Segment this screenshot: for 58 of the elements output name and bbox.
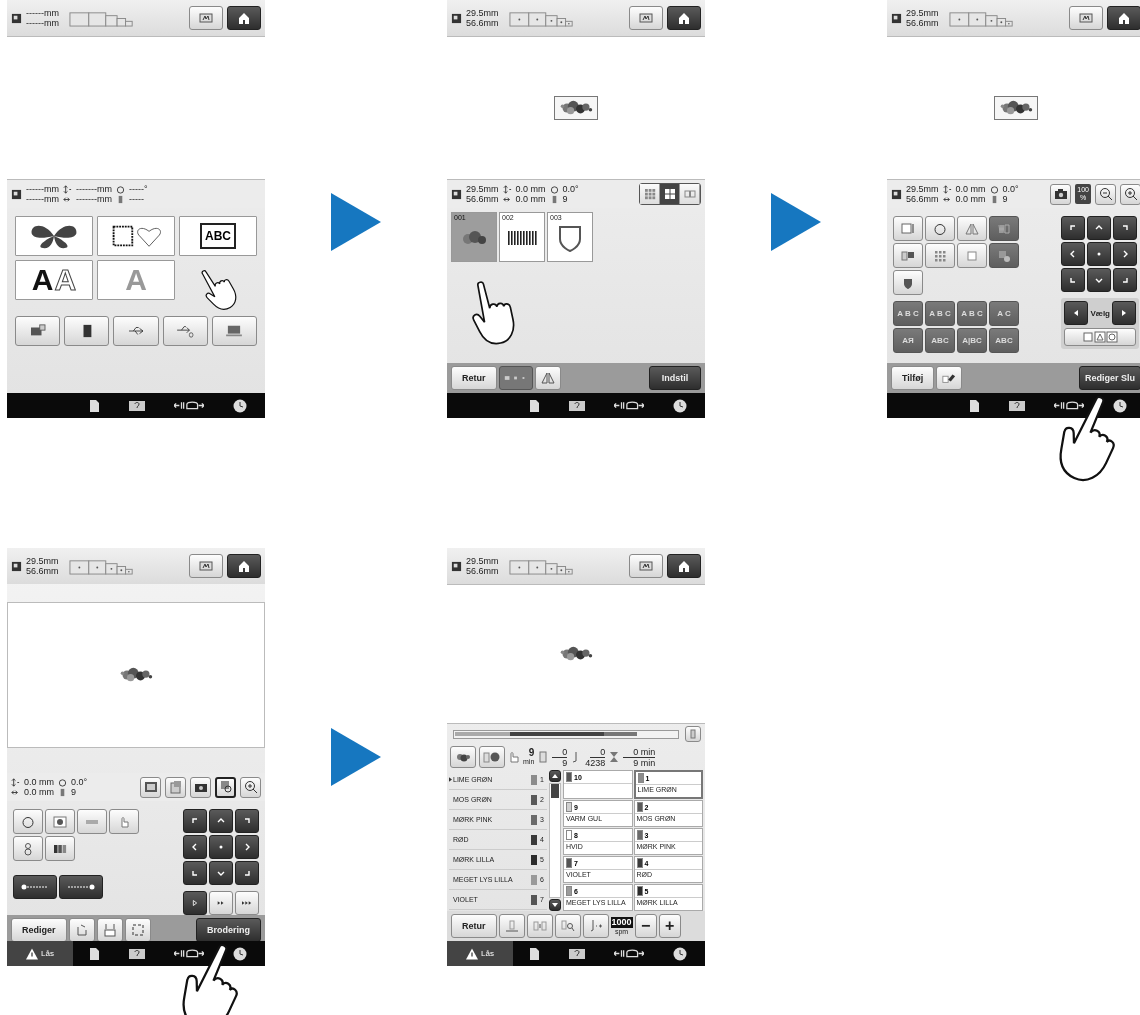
rotation-angle: 0.0° [562,184,579,194]
total-time: 9 min [633,757,656,768]
vertical-offset: -------mm [76,184,112,194]
monogram-text: ABC [200,223,236,249]
pattern-height: 29.5mm [466,184,499,194]
rotation-angle: 0.0° [1002,184,1019,194]
category-button[interactable]: ABC [179,216,257,256]
color-count: 9 [1002,194,1009,204]
pattern-width: ------mm [26,194,59,204]
edit-button[interactable]: Rediger [11,918,67,942]
pattern-height: 29.5mm [906,8,939,18]
pattern-width: 56.6mm [466,566,499,576]
font-sample-letter: A [54,265,77,295]
colors-total: 9 [562,757,568,768]
pattern-width: 56.6mm [906,194,939,204]
rotation-angle: 0.0° [71,777,88,787]
font-sample-letter: A [125,265,147,295]
horizontal-offset: 0.0 mm [24,787,54,797]
font-sample-letter: A [31,265,54,295]
pattern-width: ------mm [26,18,59,28]
elapsed-time: 0 min [623,746,656,758]
stitches-total: 4238 [585,757,606,768]
stitches-done: 0 [590,746,606,758]
horizontal-offset: 0.0 mm [515,194,546,204]
speed-down-button[interactable]: − [634,914,657,938]
color-count: ----- [128,194,145,204]
pattern-height: 29.5mm [466,556,499,566]
vertical-offset: 0.0 mm [24,777,54,787]
add-button[interactable]: Tilføj [891,366,935,390]
end-edit-button[interactable]: Rediger Slu [1079,366,1140,390]
remaining-time: 9 [528,748,535,758]
pattern-height: 29.5mm [26,556,59,566]
pattern-width: 56.6mm [466,18,499,28]
back-button[interactable]: Retur [451,914,497,938]
pattern-height: 29.5mm [906,184,939,194]
pattern-height: ------mm [26,8,59,18]
vertical-offset: 0.0 mm [955,184,986,194]
set-button[interactable]: Indstil [649,366,701,390]
pattern-height: ------mm [26,184,59,194]
rotation-angle: -----° [128,184,148,194]
pattern-width: 56.6mm [906,18,939,28]
horizontal-offset: -------mm [76,194,112,204]
vertical-offset: 0.0 mm [515,184,546,194]
speed-up-button[interactable]: + [658,914,681,938]
pattern-width: 56.6mm [26,566,59,576]
color-count: 9 [562,194,569,204]
category-button[interactable]: AA [15,260,93,300]
pattern-width: 56.6mm [466,194,499,204]
speed-value: 1000 [610,917,633,928]
horizontal-offset: 0.0 mm [955,194,986,204]
color-count: 9 [71,787,78,797]
lock-button[interactable]: Lås [7,941,73,966]
back-button[interactable]: Retur [451,366,497,390]
select-label: Vælg [1090,308,1110,318]
embroider-button[interactable]: Brodering [196,918,261,942]
lock-button[interactable]: Lås [447,941,513,966]
colors-done: 0 [552,746,568,758]
pattern-height: 29.5mm [466,8,499,18]
